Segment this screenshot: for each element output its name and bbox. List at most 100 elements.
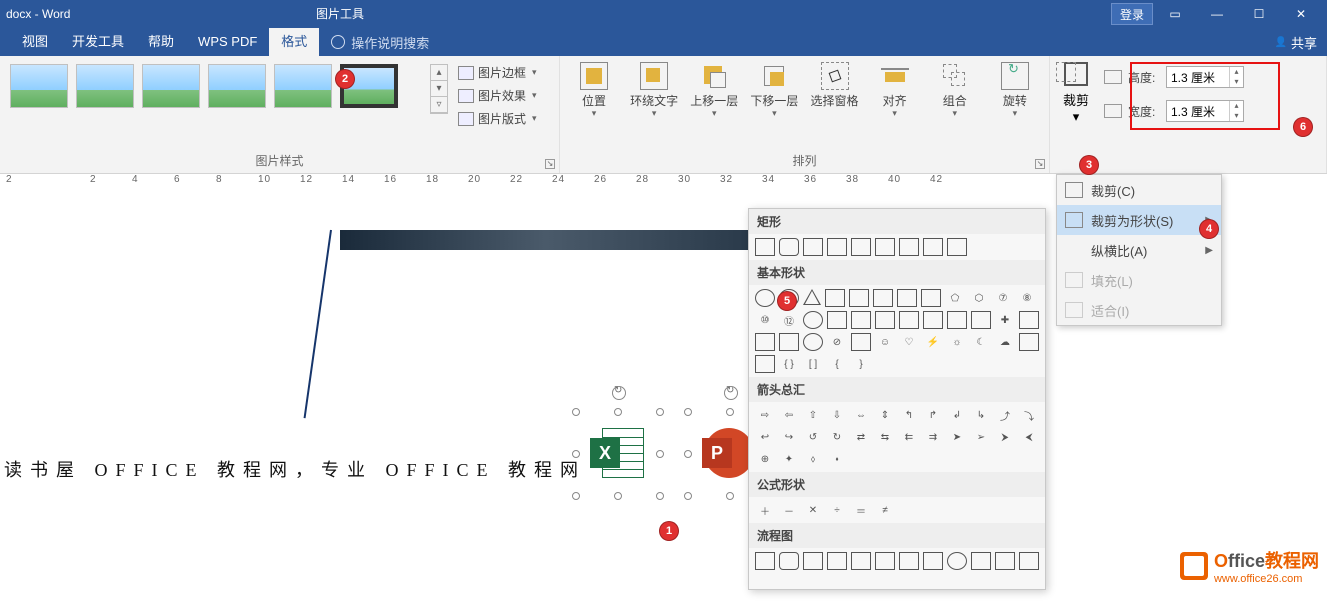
rotation-handle-icon[interactable] [724,386,738,400]
minimize-icon[interactable]: — [1197,3,1237,25]
shape-arrow[interactable]: ➢ [971,428,991,446]
shape-oval[interactable] [755,289,775,307]
shape-item[interactable] [803,333,823,351]
shape-arrow[interactable]: ⬪ [827,450,847,468]
shape-item[interactable] [851,552,871,570]
style-thumb[interactable] [208,64,266,108]
shape-arrow[interactable]: ⇧ [803,406,823,424]
picture-effects-button[interactable]: 图片效果▾ [458,87,537,104]
shape-multiply[interactable]: ✕ [803,501,823,519]
shape-triangle[interactable] [803,289,821,305]
shape-item[interactable] [851,238,871,256]
style-thumb[interactable] [76,64,134,108]
shape-item[interactable]: ⬡ [969,289,989,307]
shape-item[interactable] [875,311,895,329]
dialog-launcher-icon[interactable]: ↘ [545,159,555,169]
contextual-tab-picture-tools[interactable]: 图片工具 [304,0,376,28]
shape-item[interactable] [779,333,799,351]
shape-rounded-rect[interactable] [779,238,799,256]
shape-minus[interactable]: － [779,501,799,519]
document-image[interactable] [340,230,750,250]
shape-item[interactable] [827,552,847,570]
style-thumb[interactable] [10,64,68,108]
tell-me-search[interactable]: 操作说明搜索 [319,33,441,52]
shape-item[interactable] [923,311,943,329]
shape-arrow[interactable]: ⇄ [851,428,871,446]
shape-arrow[interactable]: ⮜ [1019,428,1039,446]
bring-forward-button[interactable]: 上移一层▾ [686,60,742,119]
shape-item[interactable] [897,289,917,307]
tab-format[interactable]: 格式 [269,28,319,56]
shape-arrow[interactable]: ↻ [827,428,847,446]
shape-arrow[interactable]: ⇦ [779,406,799,424]
shape-item[interactable] [995,552,1015,570]
shape-item[interactable]: { [827,355,847,373]
shape-arrow[interactable]: ↩ [755,428,775,446]
shape-item[interactable] [755,333,775,351]
shape-item[interactable]: } [851,355,871,373]
shape-arrow[interactable]: ↲ [947,406,967,424]
shape-not-equal[interactable]: ≠ [875,501,895,519]
shape-item[interactable] [947,311,967,329]
shape-item[interactable]: [ ] [803,355,823,373]
menu-crop-to-shape[interactable]: 裁剪为形状(S)▶ [1057,205,1221,235]
wrap-text-button[interactable]: 环绕文字▾ [626,60,682,119]
dialog-launcher-icon[interactable]: ↘ [1035,159,1045,169]
send-backward-button[interactable]: 下移一层▾ [746,60,802,119]
maximize-icon[interactable]: ☐ [1239,3,1279,25]
picture-styles-gallery[interactable] [6,60,426,112]
shape-item[interactable]: ⚡ [923,333,943,351]
shape-item[interactable] [875,552,895,570]
shape-item[interactable] [1019,552,1039,570]
shape-item[interactable] [803,311,823,329]
shape-item[interactable]: ⑩ [755,311,775,329]
shape-item[interactable] [923,238,943,256]
tab-developer[interactable]: 开发工具 [60,28,136,56]
rotate-button[interactable]: 旋转▾ [987,60,1043,119]
shape-plus[interactable]: ＋ [755,501,775,519]
shape-item[interactable]: ✚ [995,311,1015,329]
picture-border-button[interactable]: 图片边框▾ [458,64,537,81]
shape-arrow[interactable]: ⇩ [827,406,847,424]
shape-item[interactable] [921,289,941,307]
shape-arrow[interactable]: ⮞ [995,428,1015,446]
shape-item[interactable]: ⬠ [945,289,965,307]
selection-pane-button[interactable]: 选择窗格 [807,60,863,108]
shape-item[interactable]: ♡ [899,333,919,351]
shape-item[interactable] [755,552,775,570]
shape-item[interactable]: { } [779,355,799,373]
ribbon-display-options-icon[interactable]: ▭ [1155,3,1195,25]
shape-arrow[interactable]: ↱ [923,406,943,424]
shape-item[interactable] [851,311,871,329]
shape-arrow[interactable]: ⬨ [803,450,823,468]
shape-item[interactable] [849,289,869,307]
shape-item[interactable] [899,238,919,256]
menu-aspect-ratio[interactable]: 纵横比(A)▶ [1057,235,1221,265]
align-button[interactable]: 对齐▾ [867,60,923,119]
shape-item[interactable] [755,355,775,373]
shape-item[interactable] [971,552,991,570]
menu-crop[interactable]: 裁剪(C) [1057,175,1221,205]
crop-button[interactable]: 裁剪 ▾ [1056,60,1096,125]
shape-item[interactable] [803,552,823,570]
shape-item[interactable] [875,238,895,256]
shape-arrow[interactable]: ⇆ [875,428,895,446]
shape-arrow[interactable]: ↳ [971,406,991,424]
shape-equals[interactable]: ＝ [851,501,871,519]
shape-arrow[interactable]: ➤ [947,428,967,446]
picture-layout-button[interactable]: 图片版式▾ [458,110,537,127]
rotation-handle-icon[interactable] [612,386,626,400]
shape-item[interactable]: ⑫ [779,311,799,329]
group-button[interactable]: 组合▾ [927,60,983,119]
selected-object-excel[interactable]: X [576,412,660,496]
shape-item[interactable] [827,311,847,329]
shape-arrow[interactable]: ↪ [779,428,799,446]
shape-item[interactable] [779,552,799,570]
shape-arrow[interactable]: ⊕ [755,450,775,468]
shape-item[interactable] [873,289,893,307]
shape-arrow[interactable]: ⤵ [1019,406,1039,424]
shape-item[interactable]: ⑧ [1017,289,1037,307]
gallery-scroll[interactable]: ▴▾▿ [430,64,448,114]
shape-item[interactable] [923,552,943,570]
shape-item[interactable]: ☾ [971,333,991,351]
